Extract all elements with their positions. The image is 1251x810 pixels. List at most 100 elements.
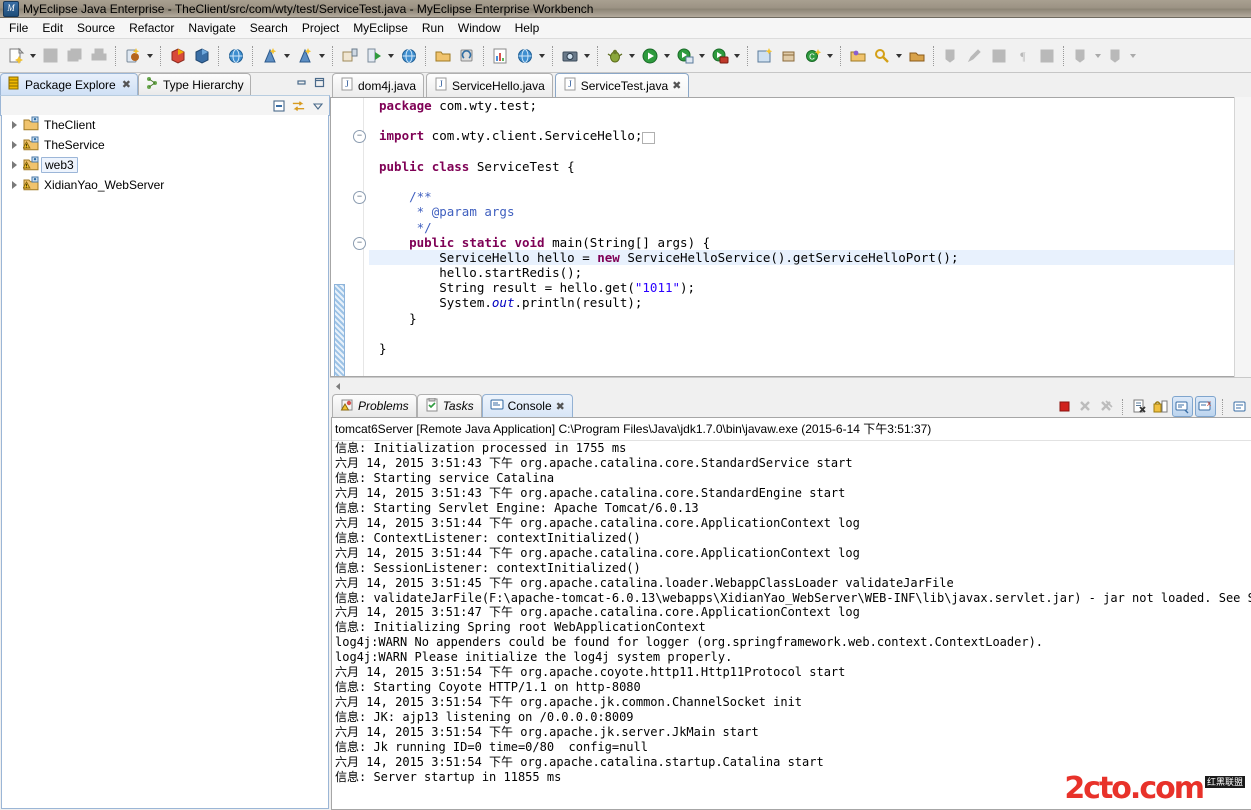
link-with-editor-icon[interactable] [292,100,305,112]
globe-icon[interactable] [398,45,420,67]
new-xml-icon[interactable] [259,45,281,67]
scroll-lock-icon[interactable] [1151,397,1170,416]
code-line [369,113,1251,128]
web-preview-dropdown-arrow-icon[interactable] [537,45,546,67]
profile-icon[interactable] [674,45,696,67]
fold-collapse-icon[interactable]: − [353,237,366,250]
sidebar-tab-type-hierarchy[interactable]: Type Hierarchy [138,73,251,95]
expand-arrow-icon[interactable] [8,139,20,151]
code-line: import com.wty.client.ServiceHello; [369,128,1251,143]
close-icon[interactable]: ✖ [672,79,681,92]
expand-arrow-icon[interactable] [8,179,20,191]
collapse-all-icon[interactable] [273,100,286,112]
console-log[interactable]: 信息: Initialization processed in 1755 ms六… [332,441,1251,785]
menu-item-source[interactable]: Source [70,19,122,37]
web-browser-icon[interactable] [225,45,247,67]
new-java-project-icon[interactable] [754,45,776,67]
menu-item-help[interactable]: Help [508,19,547,37]
console-log-line: 信息: Initializing Spring root WebApplicat… [335,620,1251,635]
database-blue-icon[interactable] [191,45,213,67]
console-tab-tasks[interactable]: Tasks [417,394,482,417]
tree-row-theservice[interactable]: TheService [2,135,328,155]
expand-arrow-icon[interactable] [8,119,20,131]
new-xml-dropdown-arrow-icon[interactable] [282,45,291,67]
search-dropdown-arrow-icon[interactable] [894,45,903,67]
new-wizard-dropdown-arrow-icon[interactable] [28,45,37,67]
menu-item-myeclipse[interactable]: MyEclipse [346,19,415,37]
package-explorer-icon [7,76,21,93]
menu-item-navigate[interactable]: Navigate [181,19,242,37]
editor-tab-ServiceTest-java[interactable]: JServiceTest.java✖ [555,73,690,97]
database-red-icon[interactable] [167,45,189,67]
menu-item-file[interactable]: File [2,19,35,37]
tree-row-theclient[interactable]: TheClient [2,115,328,135]
camera-dropdown-arrow-icon[interactable] [582,45,591,67]
deploy-dropdown-arrow-icon[interactable] [145,45,154,67]
terminate-icon[interactable] [1055,397,1074,416]
console-log-line: 信息: Starting Servlet Engine: Apache Tomc… [335,501,1251,516]
clear-console-icon[interactable] [1130,397,1149,416]
debug-icon[interactable] [604,45,626,67]
close-icon[interactable]: ✖ [556,400,565,413]
view-menu-icon[interactable] [311,100,324,112]
console-log-line: 信息: validateJarFile(F:\apache-tomcat-6.0… [335,591,1251,606]
web-preview-icon[interactable] [514,45,536,67]
open-xml-icon[interactable] [294,45,316,67]
run-external-tools-icon[interactable] [709,45,731,67]
sidebar-tab-package-explore[interactable]: Package Explore✖ [0,73,138,95]
new-wizard-icon[interactable] [5,45,27,67]
expand-arrow-icon[interactable] [8,159,20,171]
camera-icon[interactable] [559,45,581,67]
console-log-line: 六月 14, 2015 3:51:44 下午 org.apache.catali… [335,516,1251,531]
fold-collapse-icon[interactable]: − [353,130,366,143]
console-tab-console[interactable]: Console✖ [482,394,573,417]
menu-item-search[interactable]: Search [243,19,295,37]
open-xml-dropdown-arrow-icon[interactable] [317,45,326,67]
debug-dropdown-arrow-icon[interactable] [627,45,636,67]
show-console-on-output-icon[interactable] [1172,396,1193,417]
run-server-icon[interactable] [363,45,385,67]
report-icon[interactable] [490,45,512,67]
display-selected-console-icon[interactable] [1230,397,1249,416]
tree-row-web3[interactable]: web3 [2,155,328,175]
refresh-icon[interactable] [456,45,478,67]
run-server-dropdown-arrow-icon[interactable] [386,45,395,67]
show-console-on-error-icon[interactable]: x [1195,396,1216,417]
toolbar-separator [160,46,162,66]
console-tab-problems[interactable]: Problems [332,394,417,417]
menu-item-refactor[interactable]: Refactor [122,19,181,37]
editor-tab-dom4j-java[interactable]: Jdom4j.java [332,73,424,97]
deploy-icon[interactable] [122,45,144,67]
run-dropdown-arrow-icon[interactable] [662,45,671,67]
menu-item-project[interactable]: Project [295,19,346,37]
tree-row-xidianyao_webserver[interactable]: XidianYao_WebServer [2,175,328,195]
java-editor[interactable]: − − − package com.wty.test; import com.wty… [330,97,1251,377]
profile-dropdown-arrow-icon[interactable] [697,45,706,67]
run-icon[interactable] [639,45,661,67]
open-task-icon[interactable] [906,45,928,67]
open-folder-icon[interactable] [432,45,454,67]
editor-tab-label: ServiceHello.java [452,79,545,93]
run-external-tools-dropdown-arrow-icon[interactable] [732,45,741,67]
new-package-icon[interactable] [778,45,800,67]
new-class-icon[interactable]: C [802,45,824,67]
editor-horizontal-scrollbar[interactable] [330,377,1251,394]
svg-text:J: J [439,79,443,89]
menu-item-window[interactable]: Window [451,19,508,37]
source-code[interactable]: package com.wty.test; import com.wty.cli… [369,98,1251,376]
server-config-icon[interactable] [339,45,361,67]
fold-collapse-icon[interactable]: − [353,191,366,204]
close-icon[interactable]: ✖ [122,78,131,91]
search-icon[interactable] [871,45,893,67]
maximize-icon[interactable] [313,76,326,88]
menu-item-edit[interactable]: Edit [35,19,70,37]
menu-item-run[interactable]: Run [415,19,451,37]
editor-tab-ServiceHello-java[interactable]: J ServiceHello.java [426,73,553,97]
console-output-panel[interactable]: tomcat6Server [Remote Java Application] … [331,417,1251,810]
scroll-left-icon[interactable] [330,379,346,394]
minimize-icon[interactable] [295,76,308,88]
code-token: System. [379,295,492,310]
new-class-dropdown-arrow-icon[interactable] [825,45,834,67]
open-type-icon[interactable] [847,45,869,67]
editor-vertical-scrollbar[interactable] [1234,97,1251,377]
